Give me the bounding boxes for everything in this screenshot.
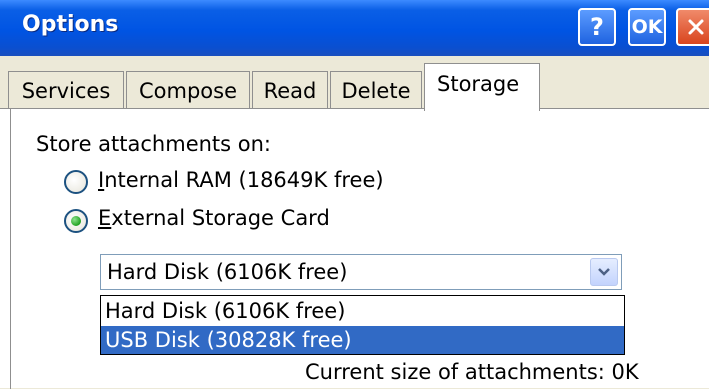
combo-dropdown-button[interactable] xyxy=(590,258,618,286)
tab-services[interactable]: Services xyxy=(8,71,124,109)
ok-button[interactable]: OK xyxy=(628,8,666,46)
radio-button-internal-ram[interactable] xyxy=(64,170,88,194)
ok-button-label: OK xyxy=(631,16,663,38)
help-icon: ? xyxy=(590,13,604,41)
tab-strip: Services Compose Read Delete Storage xyxy=(0,63,709,111)
window-title: Options xyxy=(22,12,119,37)
radio-selected-dot xyxy=(71,216,81,226)
tab-delete[interactable]: Delete xyxy=(330,71,422,109)
tab-compose[interactable]: Compose xyxy=(126,71,250,109)
tab-label: Services xyxy=(21,78,111,103)
tab-read[interactable]: Read xyxy=(252,71,328,109)
tab-label: Storage xyxy=(437,72,520,96)
radio-button-external-storage[interactable] xyxy=(64,209,88,233)
close-icon xyxy=(688,19,704,35)
combo-value: Hard Disk (6106K free) xyxy=(107,260,348,284)
tab-label: Read xyxy=(263,78,317,103)
tab-storage[interactable]: Storage xyxy=(424,63,540,111)
chevron-down-icon xyxy=(598,268,610,276)
help-button[interactable]: ? xyxy=(578,8,616,46)
combo-dropdown-list: Hard Disk (6106K free) USB Disk (30828K … xyxy=(100,295,625,355)
list-item[interactable]: USB Disk (30828K free) xyxy=(101,326,624,354)
panel-border xyxy=(10,109,11,389)
close-button[interactable] xyxy=(676,8,709,46)
radio-label-internal-ram[interactable]: Internal RAM (18649K free) xyxy=(98,168,384,192)
attachments-size-label: Current size of attachments: 0K xyxy=(305,360,639,384)
radio-label-external-storage[interactable]: External Storage Card xyxy=(98,206,330,230)
list-item[interactable]: Hard Disk (6106K free) xyxy=(101,297,624,325)
tab-label: Compose xyxy=(138,78,237,103)
store-attachments-heading: Store attachments on: xyxy=(36,132,272,156)
storage-device-combo[interactable]: Hard Disk (6106K free) xyxy=(100,254,622,290)
tab-label: Delete xyxy=(341,78,411,103)
title-bar: Options ? OK xyxy=(0,0,709,56)
